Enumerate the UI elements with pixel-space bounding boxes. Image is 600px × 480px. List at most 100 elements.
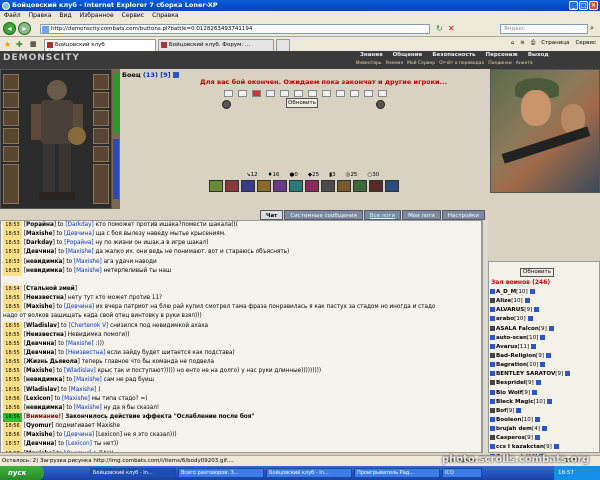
player-name[interactable]: ASALA Falcon [496, 326, 539, 332]
chat-recipient[interactable]: [Девчина] [64, 432, 94, 438]
info-icon[interactable] [529, 289, 535, 294]
battle-refresh-button[interactable]: Обновить [286, 98, 318, 108]
chat-timestamp[interactable]: 18:55 [3, 358, 22, 368]
menu-edit[interactable]: Правка [29, 11, 52, 20]
info-icon[interactable] [553, 444, 559, 450]
online-player[interactable]: Bof[9] [490, 407, 596, 416]
info-icon[interactable] [516, 407, 522, 413]
stop-icon[interactable]: ✕ [448, 24, 455, 33]
skill-icon[interactable] [273, 180, 287, 192]
chat-nick[interactable]: Maxishe [26, 231, 52, 237]
skill-icon[interactable] [289, 180, 303, 192]
chat-timestamp[interactable]: 18:53 [3, 257, 22, 267]
belt-slot[interactable] [3, 146, 19, 162]
tab-all-logs[interactable]: Все логи [363, 210, 402, 220]
add-favorites-icon[interactable]: ✚ [16, 40, 23, 49]
chat-timestamp[interactable]: 18:55 [3, 367, 22, 377]
chat-recipient[interactable]: [Chertenok V] [69, 323, 109, 329]
chat-recipient[interactable]: [Wladislav] [64, 368, 96, 374]
online-player[interactable]: brujah dem[4] [490, 425, 596, 434]
player-name[interactable]: Casperos [496, 435, 525, 441]
tab-combats[interactable]: Бойцовский клуб [44, 39, 156, 51]
info-icon[interactable] [565, 371, 571, 377]
chat-recipient[interactable]: [Maxishe] [74, 268, 102, 274]
game-menu-knowledge[interactable]: Знания [360, 52, 383, 58]
info-icon[interactable] [540, 334, 546, 340]
chat-recipient[interactable]: [Девчина] [64, 231, 94, 237]
chat-recipient[interactable]: [Lexicon] [66, 441, 92, 447]
player-name[interactable]: Bleck Magic [496, 399, 534, 405]
chat-timestamp[interactable]: 18:55 [3, 348, 22, 359]
chat-timestamp[interactable]: 18:55 [3, 339, 22, 349]
chat-timestamp[interactable]: 18:56 [3, 403, 22, 413]
player-name[interactable]: BENTLEY SARATOV [496, 371, 555, 377]
chat-nick[interactable]: Девчина [26, 350, 54, 356]
minimize-button[interactable]: _ [569, 1, 578, 10]
chat-recipient[interactable]: [Maxishe] [74, 405, 102, 411]
info-icon[interactable] [532, 389, 538, 395]
chat-nick[interactable]: Darkday [26, 240, 53, 246]
chat-recipient[interactable]: [Maxishe] [69, 387, 97, 393]
earring-slot[interactable] [93, 74, 109, 90]
game-menu-exit[interactable]: Выход [528, 52, 549, 58]
online-player[interactable]: ASALA Falcon[9] [490, 325, 596, 334]
online-player[interactable]: Bad-Religion[9] [490, 352, 596, 361]
info-icon[interactable] [534, 416, 540, 422]
info-icon[interactable] [535, 380, 541, 386]
online-player[interactable]: Bespridel[9] [490, 379, 596, 388]
game-sub-inventory[interactable]: Инвентарь [356, 61, 382, 66]
weapon-slot[interactable] [3, 110, 19, 126]
game-sub-skills[interactable]: Умения [386, 61, 403, 66]
chat-nick[interactable]: Wladislav [26, 387, 57, 393]
player-name[interactable]: Bof [496, 408, 507, 414]
online-player[interactable]: BENTLEY SARATOV[9] [490, 370, 596, 379]
chat-recipient[interactable]: [Darkday] [65, 222, 93, 228]
chat-timestamp[interactable]: 18:56 [3, 422, 22, 432]
chat-recipient[interactable]: [Рорайна] [64, 240, 93, 246]
online-player[interactable]: Bio Wolf[9] [490, 389, 596, 398]
home-icon[interactable]: ⌂ [511, 40, 515, 47]
chat-nick[interactable]: невидимка [26, 377, 62, 383]
armor-slot[interactable] [3, 128, 19, 144]
chat-timestamp[interactable]: 18:55 [3, 385, 22, 395]
chat-timestamp[interactable]: 18:56 [3, 431, 22, 441]
info-icon[interactable] [524, 298, 530, 304]
chat-nick[interactable]: Стальной змей [26, 286, 75, 292]
online-player[interactable]: A_D_M[10] [490, 288, 596, 297]
address-bar[interactable]: http://demonscity.combats.com/buttons.pl… [40, 24, 430, 34]
info-icon[interactable] [548, 325, 554, 331]
player-name[interactable]: Avarus [496, 344, 518, 350]
online-player[interactable]: ccs I kazakctan[9] [490, 443, 596, 452]
helmet-slot[interactable] [3, 74, 19, 90]
start-button[interactable]: пуск [0, 466, 44, 480]
new-tab-button[interactable] [276, 39, 290, 51]
menu-tools[interactable]: Сервис [122, 11, 144, 20]
info-icon[interactable] [540, 362, 546, 368]
chat-timestamp[interactable]: 18:57 [3, 449, 22, 452]
game-sub-duels[interactable]: Поединки [488, 61, 512, 66]
chat-nick[interactable]: Maxishe [26, 368, 52, 374]
player-name[interactable]: Booleon [496, 417, 522, 423]
info-icon[interactable] [541, 426, 547, 432]
skill-icon[interactable] [257, 180, 271, 192]
taskbar-item[interactable]: Бойцовский клуб - In... [90, 468, 176, 478]
game-menu-security[interactable]: Безопасность [432, 52, 475, 58]
cloak-slot[interactable] [3, 164, 19, 204]
tab-system-messages[interactable]: Системные сообщения [284, 210, 363, 220]
chat-timestamp[interactable]: 18:56 [3, 412, 22, 423]
shield-slot[interactable] [93, 146, 109, 162]
chat-nick[interactable]: невидимка [26, 268, 62, 274]
print-icon[interactable]: ⎙ [531, 40, 535, 47]
search-icon[interactable]: ⌕ [590, 24, 594, 33]
player-name[interactable]: auto-scan [496, 335, 527, 341]
player-name[interactable]: Bad-Religion [496, 353, 536, 359]
player-name[interactable]: ccs I kazakctan [496, 444, 544, 450]
player-name[interactable]: A_D_M [496, 289, 516, 295]
chat-nick[interactable]: Maxishe [26, 432, 52, 438]
info-icon[interactable] [534, 307, 540, 313]
maximize-button[interactable]: □ [579, 1, 588, 10]
chat-recipient[interactable]: [Maxishe] [62, 396, 90, 402]
online-player[interactable]: Casperos[9] [490, 434, 596, 443]
skill-icon[interactable] [353, 180, 367, 192]
game-sub-profile[interactable]: Анкета [516, 61, 533, 66]
